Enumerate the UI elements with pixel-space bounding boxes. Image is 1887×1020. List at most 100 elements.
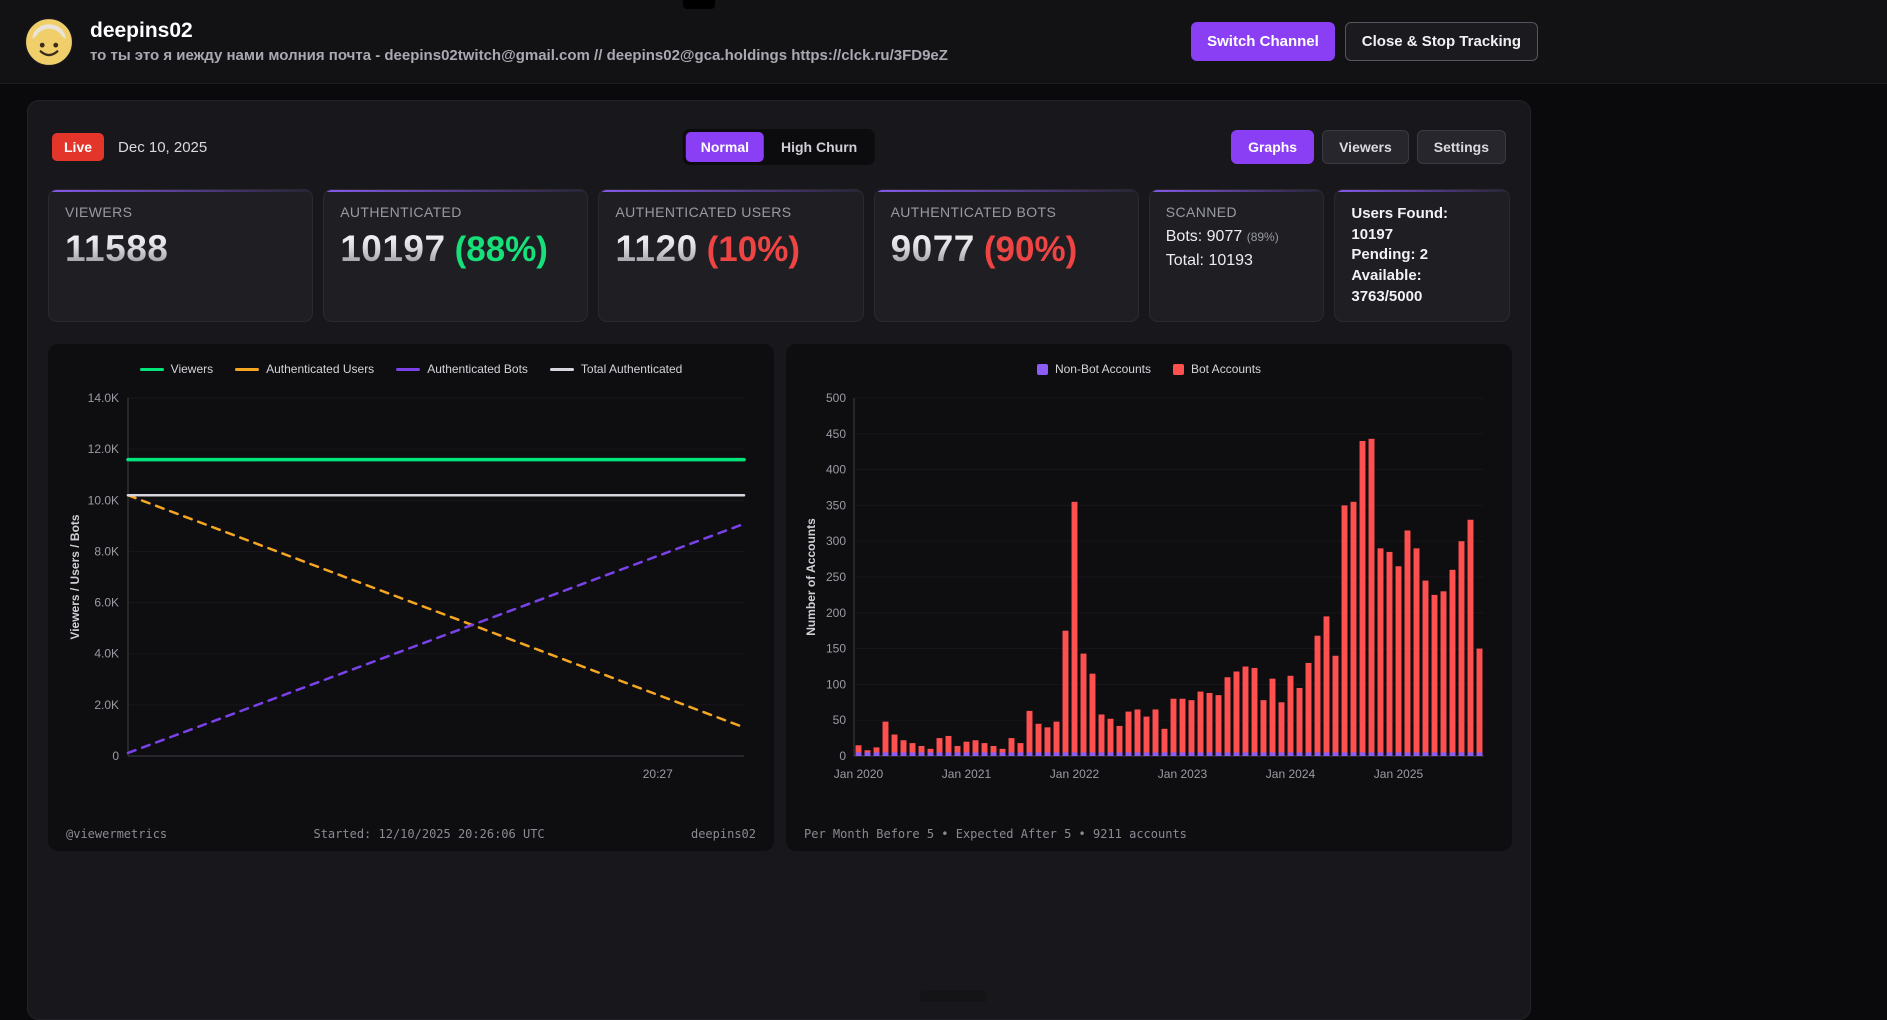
tab-viewers[interactable]: Viewers	[1322, 130, 1409, 164]
main-panel: Live Dec 10, 2025 Normal High Churn Grap…	[27, 100, 1531, 1020]
svg-text:0: 0	[839, 749, 846, 763]
svg-text:6.0K: 6.0K	[94, 596, 119, 610]
legend-swatch-icon	[139, 367, 164, 371]
svg-text:Jan 2025: Jan 2025	[1374, 767, 1424, 781]
stat-label: AUTHENTICATED	[340, 204, 462, 220]
channel-subtitle: то ты это я иежду нами молния почта - de…	[90, 47, 948, 64]
stat-card-authenticated: AUTHENTICATED 10197 (88%)	[323, 189, 589, 323]
svg-text:100: 100	[826, 678, 846, 692]
line-chart-footer: @viewermetrics Started: 12/10/2025 20:26…	[64, 823, 758, 841]
stat-value: 9077 (90%)	[891, 228, 1122, 270]
svg-text:10.0K: 10.0K	[88, 494, 119, 508]
available-label-line: Available:	[1351, 267, 1422, 285]
stats-row: VIEWERS 11588 AUTHENTICATED 10197 (88%) …	[48, 189, 1510, 323]
svg-text:Jan 2023: Jan 2023	[1158, 767, 1208, 781]
svg-text:Number of Accounts: Number of Accounts	[804, 518, 818, 636]
line-chart-legend: Viewers Authenticated Users Authenticated …	[64, 356, 758, 378]
legend-label: Total Authenticated	[580, 362, 683, 377]
legend-swatch-icon	[1036, 363, 1048, 375]
legend-label: Bot Accounts	[1191, 362, 1262, 377]
footer-watermark: @viewermetrics	[66, 827, 168, 842]
authenticated-percent: (88%)	[454, 230, 548, 269]
svg-text:250: 250	[826, 570, 846, 584]
stat-label: AUTHENTICATED BOTS	[890, 204, 1057, 220]
legend-swatch-icon	[549, 367, 574, 371]
legend-item[interactable]: Total Authenticated	[549, 362, 683, 377]
header: deepins02 то ты это я иежду нами молния …	[0, 0, 1887, 84]
svg-text:0: 0	[112, 749, 119, 763]
authenticated-count: 10197	[340, 228, 446, 269]
auth-users-count: 1120	[615, 228, 698, 269]
users-found-line: Users Found: 10197	[1351, 205, 1449, 243]
view-tabs: Graphs Viewers Settings	[1231, 130, 1506, 164]
legend-label: Viewers	[170, 362, 214, 377]
mode-normal-button[interactable]: Normal	[685, 132, 765, 162]
svg-text:450: 450	[826, 427, 846, 441]
bottom-notch	[920, 990, 986, 1002]
stat-card-authenticated-bots: AUTHENTICATED BOTS 9077 (90%)	[873, 189, 1139, 323]
auth-users-percent: (10%)	[706, 230, 801, 269]
tab-settings[interactable]: Settings	[1416, 130, 1506, 164]
svg-text:Viewers / Users / Bots: Viewers / Users / Bots	[68, 515, 82, 641]
svg-text:400: 400	[826, 463, 846, 477]
viewers-line-chart: 0 2.0K 4.0K 6.0K 8.0K 10.0K 12.0K 14.0K 20:27 Vie…	[68, 391, 746, 781]
legend-item[interactable]: Bot Accounts	[1173, 362, 1261, 376]
footer-accounts-summary: Per Month Before 5 • Expected After 5 • …	[804, 827, 1187, 842]
svg-text:8.0K: 8.0K	[94, 545, 119, 559]
svg-text:300: 300	[826, 535, 846, 549]
svg-text:Jan 2020: Jan 2020	[834, 767, 884, 781]
svg-text:4.0K: 4.0K	[94, 647, 119, 661]
scanned-bots-count: Bots: 9077	[1165, 228, 1243, 245]
stat-card-scanned: SCANNED Bots: 9077 (89%) Total: 10193	[1148, 189, 1325, 323]
footer-channel: deepins02	[690, 827, 756, 842]
stat-card-users-found: Users Found: 10197 Pending: 2 Available:…	[1334, 189, 1510, 323]
svg-text:20:27: 20:27	[643, 767, 673, 781]
scanned-bots-percent: (89%)	[1246, 230, 1279, 244]
charts-row: Viewers Authenticated Users Authenticated …	[48, 344, 1512, 852]
svg-text:Jan 2024: Jan 2024	[1266, 767, 1316, 781]
switch-channel-button[interactable]: Switch Channel	[1191, 22, 1335, 61]
mode-high-churn-button[interactable]: High Churn	[766, 132, 872, 162]
legend-label: Non-Bot Accounts	[1054, 362, 1151, 377]
channel-title: deepins02	[90, 19, 193, 42]
svg-text:2.0K: 2.0K	[94, 698, 119, 712]
svg-text:200: 200	[826, 606, 846, 620]
legend-label: Authenticated Users	[266, 362, 375, 377]
stat-label: VIEWERS	[65, 204, 133, 220]
bar-chart-legend: Non-Bot Accounts Bot Accounts	[802, 356, 1496, 378]
legend-swatch-icon	[396, 367, 421, 371]
bar-chart-footer: Per Month Before 5 • Expected After 5 • …	[802, 823, 1496, 841]
toolbar: Live Dec 10, 2025 Normal High Churn Grap…	[52, 127, 1506, 167]
stat-value: 1120 (10%)	[615, 228, 846, 270]
svg-text:50: 50	[833, 714, 847, 728]
svg-text:12.0K: 12.0K	[88, 443, 119, 457]
legend-item[interactable]: Authenticated Bots	[396, 362, 528, 376]
header-inner: deepins02 то ты это я иежду нами молния …	[0, 0, 1538, 83]
live-badge: Live	[52, 133, 105, 161]
close-stop-tracking-button[interactable]: Close & Stop Tracking	[1344, 22, 1538, 61]
avatar-icon	[24, 16, 74, 67]
viewers-count: 11588	[65, 228, 169, 269]
svg-text:500: 500	[826, 391, 846, 405]
tab-graphs[interactable]: Graphs	[1231, 130, 1315, 164]
legend-item[interactable]: Authenticated Users	[235, 362, 374, 376]
svg-text:350: 350	[826, 499, 846, 513]
legend-item[interactable]: Viewers	[139, 362, 214, 377]
scanned-total-line: Total: 10193	[1165, 252, 1253, 269]
svg-text:150: 150	[826, 642, 846, 656]
legend-swatch-icon	[1173, 363, 1184, 375]
stat-card-authenticated-users: AUTHENTICATED USERS 1120 (10%)	[598, 189, 864, 323]
mode-toggle: Normal High Churn	[682, 129, 876, 165]
viewers-line-chart-panel: Viewers Authenticated Users Authenticated …	[48, 344, 774, 852]
legend-item[interactable]: Non-Bot Accounts	[1036, 362, 1151, 377]
svg-text:Jan 2021: Jan 2021	[942, 767, 992, 781]
scanned-bots-line: Bots: 9077 (89%)	[1166, 228, 1308, 246]
stat-value: 10197 (88%)	[340, 228, 571, 270]
stat-label: AUTHENTICATED USERS	[615, 204, 792, 220]
stat-card-viewers: VIEWERS 11588	[48, 189, 314, 323]
stat-value: 11588	[65, 228, 296, 270]
avatar	[24, 16, 74, 67]
stat-label: SCANNED	[1165, 204, 1238, 220]
accounts-bar-chart: 0 50 100 150 200 250 300 350 400 450 500 Jan 2020 Ja…	[804, 391, 1484, 781]
footer-started: Started: 12/10/2025 20:26:06 UTC	[313, 827, 545, 842]
